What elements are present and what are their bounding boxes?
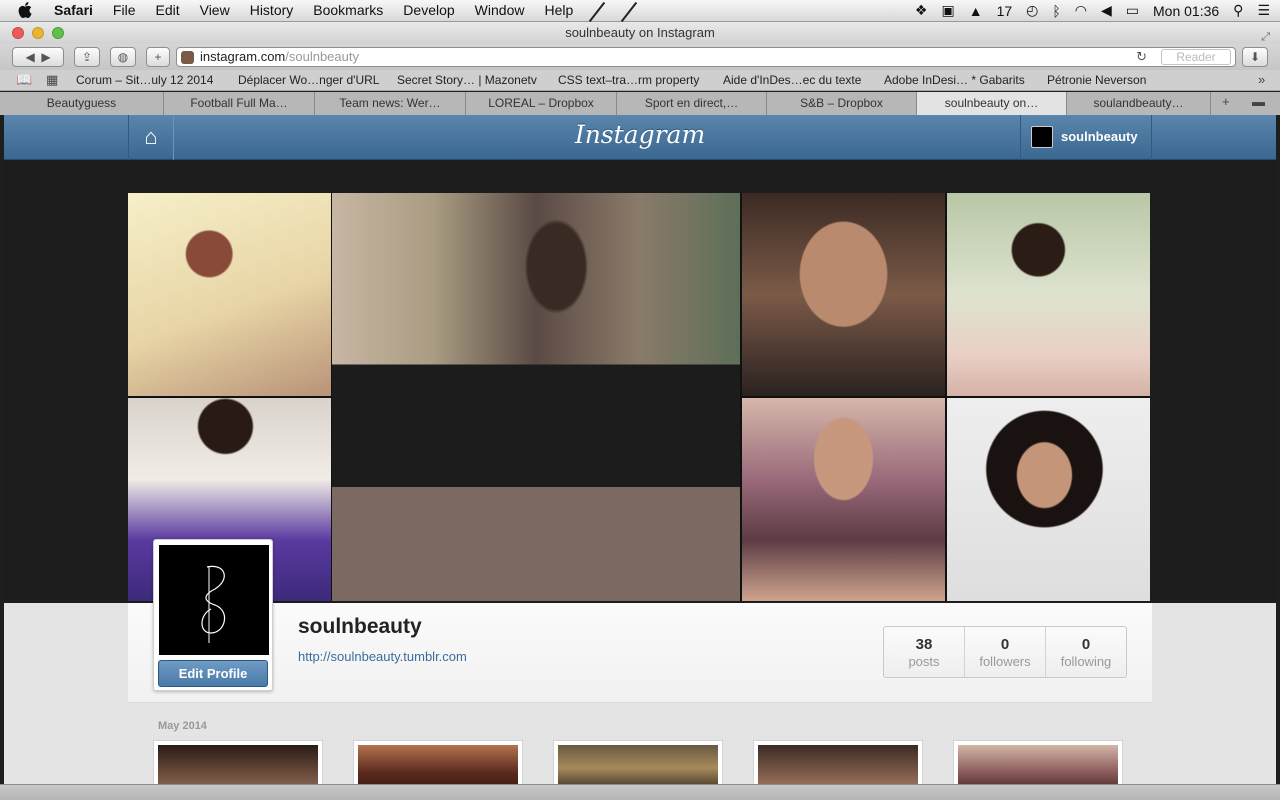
bookmark-item[interactable]: CSS text–tra…rm property [558,73,699,87]
tab-loreal-dropbox[interactable]: LOREAL – Dropbox [466,92,617,115]
menu-bar: Safari File Edit View History Bookmarks … [0,0,1280,23]
tab-soulandbeauty[interactable]: soulandbeauty… [1067,92,1211,115]
tab-overview-icon[interactable]: ▬ [1252,94,1265,109]
top-sites-icon[interactable]: ◍ [110,47,136,67]
display-icon[interactable]: ▣ [941,2,954,19]
menu-history[interactable]: History [250,2,294,18]
battery-icon[interactable]: ▭ [1126,2,1139,19]
menu-develop[interactable]: Develop [403,2,454,18]
window-title: soulnbeauty on Instagram [565,25,715,40]
profile-username: soulnbeauty [298,615,422,638]
downloads-icon[interactable]: ⬇ [1242,47,1268,67]
bluetooth-icon[interactable]: ᛒ [1052,3,1060,19]
bookmark-item[interactable]: Adobe InDesi… * Gabarits [884,73,1025,87]
notification-center-icon[interactable]: ☰ [1257,2,1270,19]
cover-photo[interactable] [947,193,1150,396]
bookmark-item[interactable]: Aide d'InDes…ec du texte [723,73,861,87]
reader-button[interactable]: Reader [1161,49,1231,65]
post-thumbnail[interactable] [353,740,523,786]
stat-label: posts [908,654,940,669]
add-bookmark-icon[interactable]: + [146,47,170,67]
menu-safari[interactable]: Safari [54,2,93,18]
volume-icon[interactable]: ◀ [1101,2,1112,19]
bookmark-item[interactable]: Pétronie Neverson [1047,73,1146,87]
tab-beautyguess[interactable]: Beautyguess [0,92,164,115]
bookmark-item[interactable]: Corum – Sit…uly 12 2014 [76,73,213,87]
address-bar[interactable]: instagram.com/soulnbeauty ↻ Reader [176,47,1236,67]
browser-toolbar: ◀ ▶ ⇪ ◍ + instagram.com/soulnbeauty ↻ Re… [0,44,1280,70]
share-icon[interactable]: ⇪ [74,47,100,67]
tab-team-news[interactable]: Team news: Wer… [315,92,466,115]
stat-posts[interactable]: 38 posts [884,627,965,677]
cover-photo-mosaic [128,193,1150,601]
post-thumbnail[interactable] [153,740,323,786]
new-tab-icon[interactable]: + [1222,94,1230,109]
time-machine-icon[interactable]: ◴ [1026,2,1038,19]
cover-photo-featured[interactable] [332,193,740,601]
cover-photo[interactable] [128,193,331,396]
top-sites-grid-icon[interactable]: ▦ [46,72,58,88]
post-thumbnail[interactable] [753,740,923,786]
stat-label: following [1060,654,1112,669]
post-thumbnail[interactable] [953,740,1123,786]
menu-window[interactable]: Window [475,2,525,18]
reading-list-icon[interactable]: 📖 [16,72,32,88]
menu-edit[interactable]: Edit [155,2,179,18]
profile-avatar-frame: Edit Profile [153,539,273,691]
tab-football[interactable]: Football Full Ma… [164,92,315,115]
window-titlebar: soulnbeauty on Instagram ⤢ [0,22,1280,44]
bookmark-item[interactable]: Déplacer Wo…nger d'URL [238,73,379,87]
edit-profile-button[interactable]: Edit Profile [158,660,268,687]
instagram-favicon-icon [181,51,194,64]
profile-avatar[interactable] [159,545,269,655]
profile-website-link[interactable]: http://soulnbeauty.tumblr.com [298,649,467,664]
clock[interactable]: Mon 01:36 [1153,3,1219,19]
bookmark-item[interactable]: Secret Story… | Mazonetv [397,73,537,87]
stat-following[interactable]: 0 following [1046,627,1126,677]
header-profile-link[interactable]: soulnbeauty [1020,115,1152,160]
cover-photo[interactable] [947,398,1150,601]
month-section-label: May 2014 [158,720,207,732]
cover-photo[interactable] [742,398,945,601]
window-bottom-bar [0,784,1280,800]
address-text: instagram.com/soulnbeauty [200,49,359,64]
tab-sport[interactable]: Sport en direct,… [617,92,767,115]
stat-value: 0 [1000,636,1010,653]
minimize-window-icon[interactable] [32,27,44,39]
reload-icon[interactable]: ↻ [1136,48,1147,66]
zoom-window-icon[interactable] [52,27,64,39]
apple-menu-icon[interactable] [18,2,32,22]
wifi-icon[interactable]: ◠ [1075,2,1087,19]
close-window-icon[interactable] [12,27,24,39]
adobe-icon[interactable]: ▲ [969,3,983,19]
stat-value: 0 [1081,636,1091,653]
cover-photo[interactable] [742,193,945,396]
header-avatar [1031,126,1053,148]
menu-file[interactable]: File [113,2,136,18]
stat-label: followers [979,654,1031,669]
tab-soulnbeauty-instagram[interactable]: soulnbeauty on… [917,92,1067,115]
back-forward-buttons[interactable]: ◀ ▶ [12,47,64,67]
dropbox-icon[interactable]: ❖ [915,2,928,19]
post-thumbnail[interactable] [553,740,723,786]
bookmarks-bar: 📖 ▦ Corum – Sit…uly 12 2014 Déplacer Wo…… [0,70,1280,91]
menu-view[interactable]: View [200,2,230,18]
tab-bar: Beautyguess Football Full Ma… Team news:… [0,92,1280,115]
menu-help[interactable]: Help [544,2,573,18]
stat-value: 38 [915,636,933,653]
spotlight-icon[interactable]: ⚲ [1233,2,1243,19]
menu-bookmarks[interactable]: Bookmarks [313,2,383,18]
bookmarks-overflow-icon[interactable]: » [1258,72,1265,87]
menubar-divider [620,1,638,23]
profile-stats: 38 posts 0 followers 0 following [883,626,1127,678]
notification-count[interactable]: 17 [997,3,1013,19]
instagram-header: ⌂ Instagram soulnbeauty [4,115,1276,160]
tab-sb-dropbox[interactable]: S&B – Dropbox [767,92,917,115]
header-username: soulnbeauty [1061,129,1138,144]
stat-followers[interactable]: 0 followers [965,627,1046,677]
